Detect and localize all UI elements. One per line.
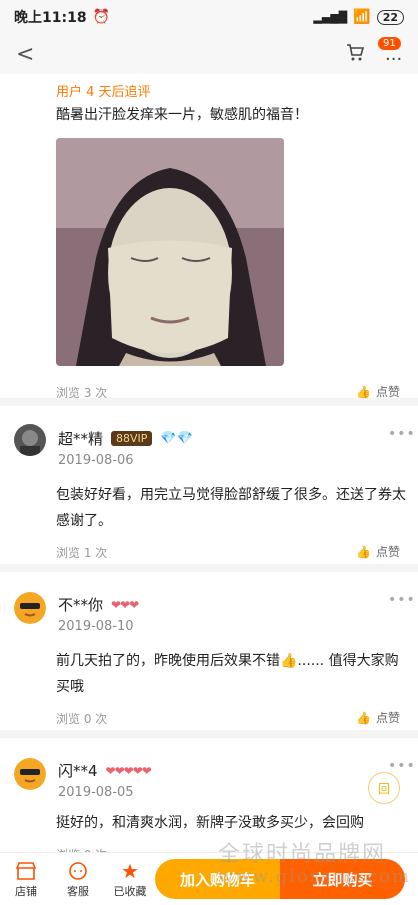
- like-label: 点赞: [375, 711, 400, 725]
- like-label: 点赞: [375, 545, 400, 559]
- username: 超**精: [58, 430, 104, 448]
- level-badge: 💎💎: [160, 431, 193, 446]
- like-button[interactable]: 👍 点赞: [356, 543, 400, 560]
- avatar[interactable]: [14, 758, 46, 790]
- wifi-icon: 📶: [353, 9, 371, 25]
- review-list[interactable]: 用户 4 天后追评 酷暑出汗脸发痒来一片，敏感肌的福音！ 浏览 3 次 👍 点赞: [0, 74, 418, 854]
- float-action-button[interactable]: 回: [368, 772, 400, 804]
- top-nav: < 91 ...: [0, 34, 418, 74]
- shop-tab[interactable]: 店铺: [0, 859, 52, 899]
- review-text: 包装好好看，用完立马觉得脸部舒缓了很多。还送了券太感谢了。: [56, 487, 406, 529]
- review-photo[interactable]: [56, 138, 284, 366]
- username-row: 不**你 ❤❤❤: [58, 594, 139, 615]
- more-options-icon[interactable]: •••: [388, 426, 416, 442]
- review-card: 用户 4 天后追评 酷暑出汗脸发痒来一片，敏感肌的福音！ 浏览 3 次 👍 点赞: [0, 74, 418, 400]
- clock: 晚上11:18: [14, 10, 87, 26]
- review-date: 2019-08-10: [58, 619, 134, 634]
- service-label: 客服: [67, 885, 89, 898]
- vip-badge: 88VIP: [111, 431, 153, 446]
- favorite-tab[interactable]: ★ 已收藏: [104, 859, 156, 899]
- battery-indicator: 22: [376, 9, 404, 25]
- username-row: 超**精 88VIP 💎💎: [58, 428, 193, 449]
- review-card: 超**精 88VIP 💎💎 ••• 2019-08-06 包装好好看，用完立马觉…: [0, 398, 418, 564]
- review-text: 挺好的，和清爽水润，新牌子没敢多买少，会回购: [56, 815, 364, 831]
- avatar[interactable]: [14, 592, 46, 624]
- view-count: 浏览 0 次: [56, 712, 108, 726]
- username-row: 闪**4 ❤❤❤❤❤: [58, 760, 152, 781]
- review-date: 2019-08-05: [58, 785, 134, 800]
- buy-now-button[interactable]: 立即购买: [280, 859, 405, 899]
- followup-label: 用户 4 天后追评: [56, 85, 151, 100]
- review-text: 酷暑出汗脸发痒来一片，敏感肌的福音！: [56, 107, 308, 123]
- avatar[interactable]: [14, 424, 46, 456]
- cart-icon[interactable]: [345, 42, 365, 62]
- alarm-icon: ⏰: [92, 9, 111, 25]
- shop-icon: [0, 859, 52, 883]
- thumbs-up-icon: 👍: [356, 384, 371, 399]
- favorite-label: 已收藏: [113, 885, 147, 898]
- like-button[interactable]: 👍 点赞: [356, 709, 400, 726]
- shop-label: 店铺: [15, 885, 37, 898]
- add-to-cart-button[interactable]: 加入购物车: [155, 859, 280, 899]
- more-icon[interactable]: ...: [385, 44, 402, 65]
- level-badge: ❤❤❤: [111, 597, 139, 612]
- view-count: 浏览 1 次: [56, 546, 108, 560]
- signal-icon: ▂▄▆█: [313, 10, 348, 24]
- thumbs-up-icon: 👍: [356, 710, 371, 725]
- thumbs-up-icon: 👍: [356, 544, 371, 559]
- star-icon: ★: [121, 859, 139, 883]
- username: 闪**4: [58, 762, 98, 780]
- status-bar: 晚上11:18 ⏰ ▂▄▆█ 📶 22: [0, 0, 418, 34]
- level-badge: ❤❤❤❤❤: [105, 763, 152, 778]
- username: 不**你: [58, 596, 104, 614]
- more-options-icon[interactable]: •••: [388, 758, 416, 774]
- service-tab[interactable]: 客服: [52, 859, 104, 899]
- bottom-bar: 店铺 客服 ★ 已收藏 加入购物车 立即购买: [0, 852, 418, 905]
- review-card: 不**你 ❤❤❤ ••• 2019-08-10 前几天拍了的，昨晚使用后效果不错…: [0, 564, 418, 730]
- back-icon[interactable]: <: [16, 42, 34, 67]
- more-options-icon[interactable]: •••: [388, 592, 416, 608]
- review-card: 闪**4 ❤❤❤❤❤ ••• 2019-08-05 挺好的，和清爽水润，新牌子没…: [0, 730, 418, 854]
- review-text: 前几天拍了的，昨晚使用后效果不错👍...... 值得大家购买哦: [56, 653, 399, 695]
- review-date: 2019-08-06: [58, 453, 134, 468]
- chat-icon: [52, 859, 104, 883]
